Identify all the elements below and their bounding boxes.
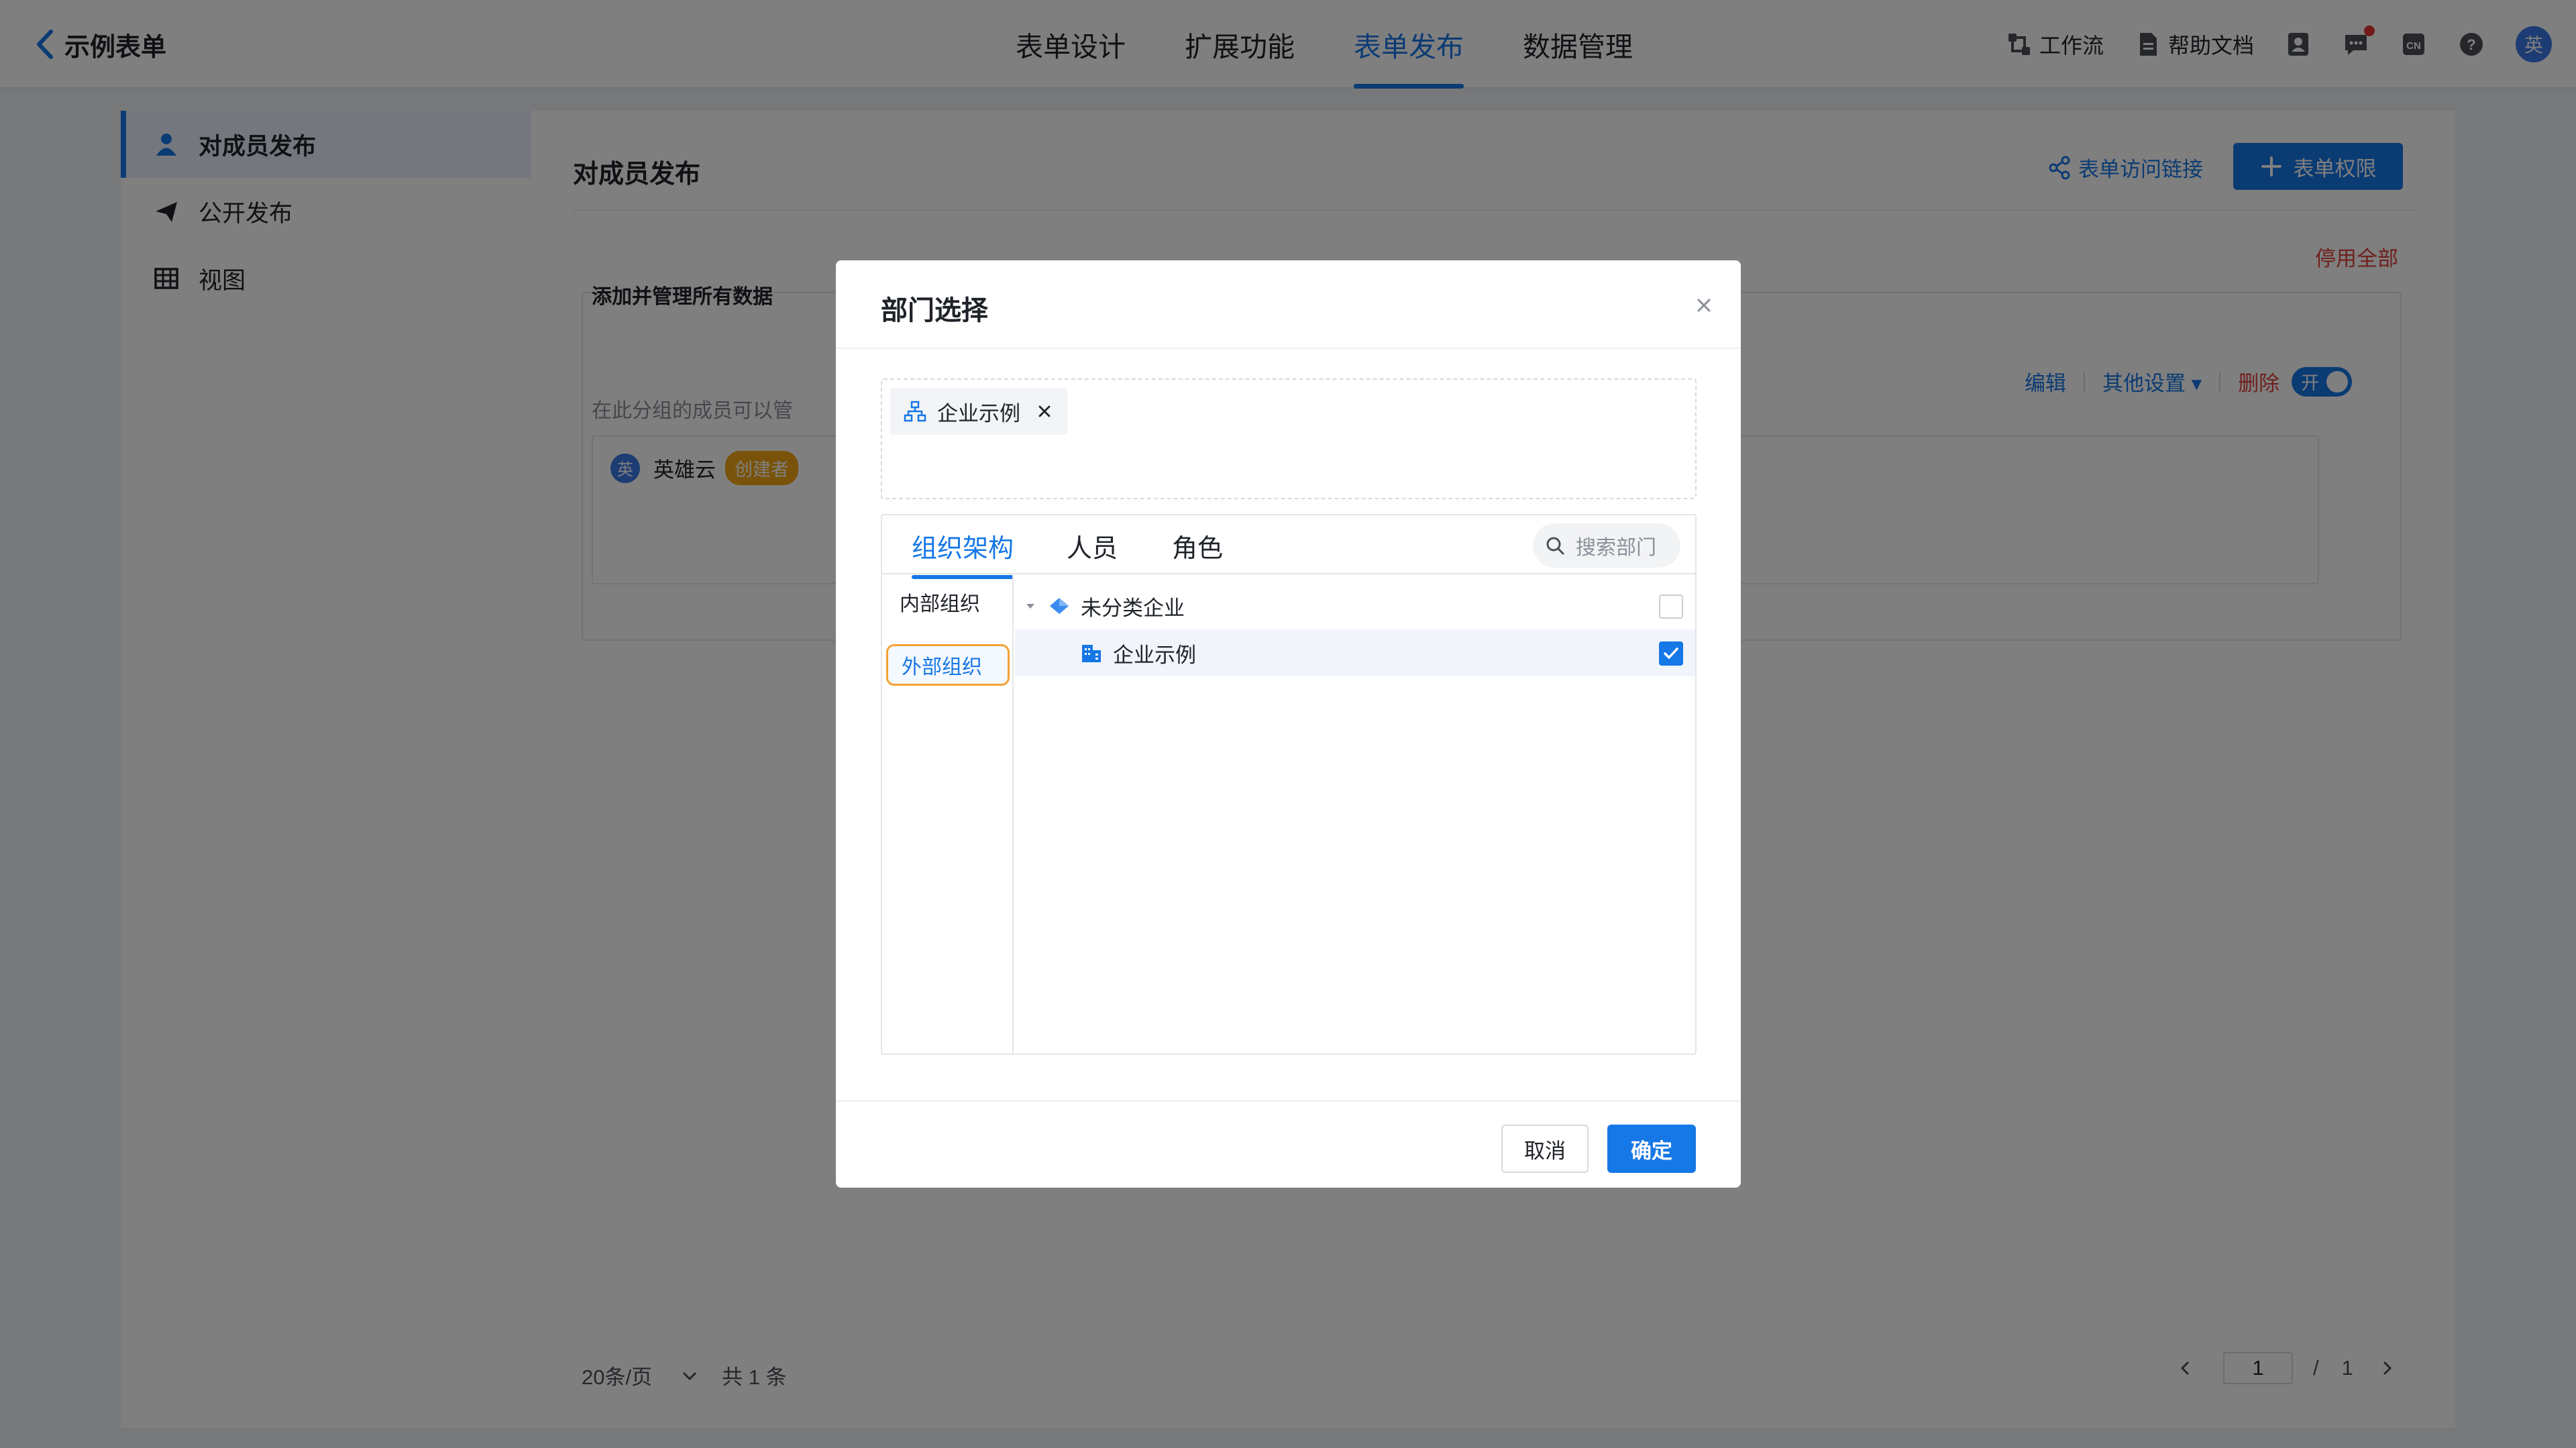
department-select-dialog: 部门选择 企业示例 组织架构 人员 角色 搜索部门 内部组织 外部组织 未分类企… — [836, 260, 1741, 1188]
selected-chip: 企业示例 — [890, 388, 1067, 435]
building-icon — [1082, 645, 1101, 662]
tab-roles[interactable]: 角色 — [1172, 527, 1223, 564]
enterprise-group-icon — [1050, 598, 1069, 614]
tree-node-checkbox[interactable] — [1659, 594, 1683, 619]
remove-icon[interactable] — [1035, 402, 1054, 421]
tab-people[interactable]: 人员 — [1067, 527, 1118, 564]
tab-org-structure[interactable]: 组织架构 — [912, 527, 1014, 579]
divider — [836, 1100, 1741, 1102]
search-placeholder: 搜索部门 — [1576, 537, 1656, 559]
selected-chip-label: 企业示例 — [937, 401, 1020, 425]
dialog-title: 部门选择 — [881, 296, 988, 325]
department-search-input[interactable]: 搜索部门 — [1533, 523, 1680, 568]
close-icon[interactable] — [1693, 294, 1715, 317]
caret-down-icon[interactable] — [1023, 599, 1038, 613]
selected-area: 企业示例 — [881, 378, 1697, 499]
picker-tabs: 组织架构 人员 角色 搜索部门 — [882, 515, 1695, 579]
app: 示例表单 表单设计 扩展功能 表单发布 数据管理 工作流 帮助文档 — [0, 0, 2576, 1448]
confirm-button[interactable]: 确定 — [1607, 1125, 1696, 1173]
check-icon — [1664, 648, 1678, 659]
org-tree-icon — [904, 401, 926, 422]
tree-node-checkbox[interactable] — [1659, 641, 1683, 666]
external-org-item[interactable]: 外部组织 — [886, 644, 1010, 686]
tree-node[interactable]: 未分类企业 — [1015, 582, 1695, 629]
tree-node-label: 企业示例 — [1113, 643, 1196, 667]
tree-node[interactable]: 企业示例 — [1015, 629, 1695, 676]
department-picker: 组织架构 人员 角色 搜索部门 内部组织 外部组织 未分类企业 企业示例 — [881, 514, 1697, 1055]
org-type-list: 内部组织 外部组织 — [882, 574, 1014, 1053]
internal-org-item[interactable]: 内部组织 — [886, 581, 1010, 623]
tree-node-label: 未分类企业 — [1081, 596, 1185, 620]
cancel-button[interactable]: 取消 — [1501, 1125, 1589, 1173]
org-tree: 未分类企业 企业示例 — [1015, 582, 1695, 676]
divider — [836, 348, 1741, 349]
search-icon — [1546, 537, 1564, 555]
